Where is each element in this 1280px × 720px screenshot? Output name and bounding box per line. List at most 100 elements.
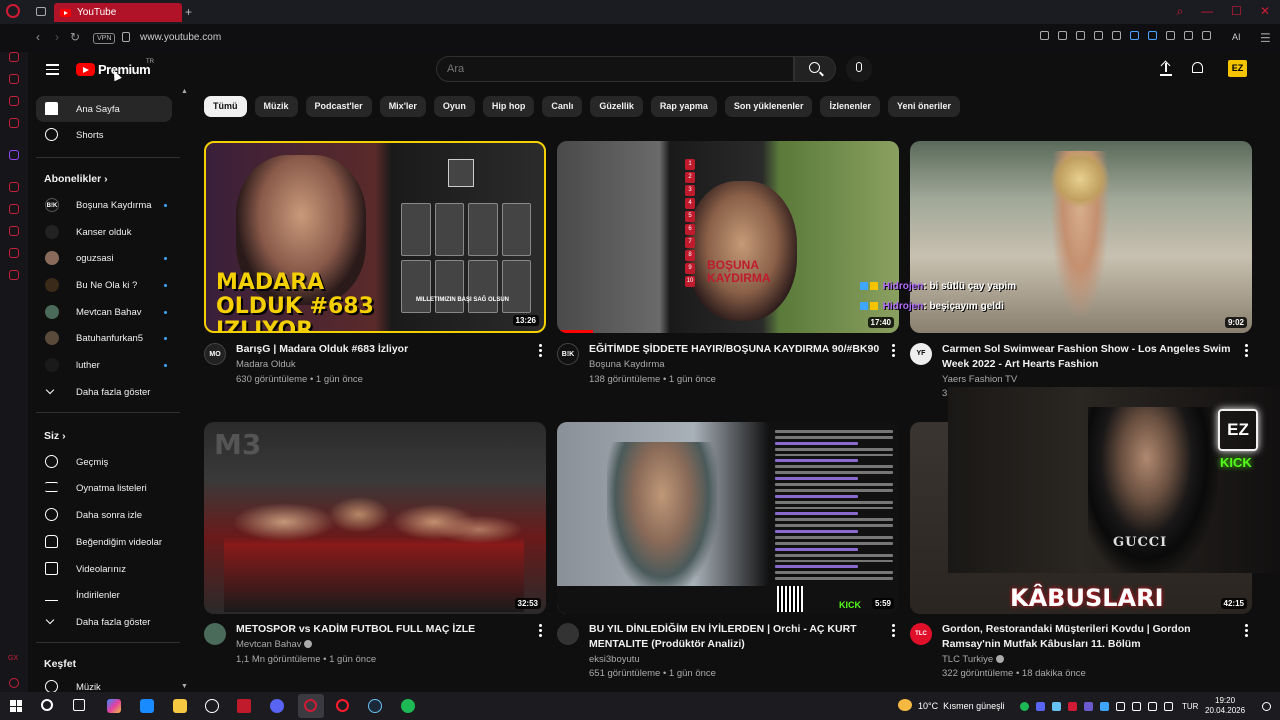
notifications-bell-icon[interactable] xyxy=(1192,62,1203,73)
video-title[interactable]: METOSPOR vs KADİM FUTBOL FULL MAÇ İZLE xyxy=(236,622,536,637)
video-thumbnail[interactable]: 1 2 3 4 5 6 7 8 9 10 BOŞUNA KAYDIRMA 17:40 xyxy=(557,141,899,333)
sidebar-sub-oguzsasi[interactable]: oguzsasi xyxy=(36,245,172,271)
download-icon[interactable] xyxy=(1202,31,1211,40)
video-menu-icon[interactable] xyxy=(892,344,895,359)
sidebar-sub-kanser-olduk[interactable]: Kanser olduk xyxy=(36,219,172,245)
chip-watched[interactable]: İzlenenler xyxy=(820,96,880,117)
chip-rap[interactable]: Rap yapma xyxy=(650,96,717,117)
sidebar-item-liked-videos[interactable]: Beğendiğim videolar xyxy=(36,529,172,555)
lock-icon[interactable] xyxy=(122,32,130,42)
maximize-icon[interactable]: ☐ xyxy=(1231,4,1242,19)
search-input[interactable] xyxy=(436,56,794,82)
bookmark-icon[interactable] xyxy=(1040,31,1049,40)
discord-tray-icon[interactable] xyxy=(1036,702,1045,711)
weather-widget[interactable]: 10°C Kısmen güneşli xyxy=(918,701,1005,711)
chip-beauty[interactable]: Güzellik xyxy=(590,96,643,117)
minimize-icon[interactable]: — xyxy=(1201,4,1213,19)
opera-menu-icon[interactable] xyxy=(6,4,20,18)
notification-center-icon[interactable] xyxy=(1262,702,1271,711)
opera-taskbar-icon[interactable] xyxy=(336,699,349,712)
url-field[interactable]: www.youtube.com xyxy=(140,32,221,43)
chip-mixes[interactable]: Mix'ler xyxy=(379,96,426,117)
extension-icon[interactable] xyxy=(1148,31,1157,40)
chip-recently-uploaded[interactable]: Son yüklenenler xyxy=(724,96,813,117)
messenger-icon[interactable] xyxy=(9,96,19,106)
video-thumbnail[interactable]: MADARA OLDUK #683 IZLIYOR MILLETIMIZIN B… xyxy=(204,141,546,333)
gx-corner-icon[interactable] xyxy=(9,74,19,84)
sidebar-item-music[interactable]: Müzik xyxy=(36,674,172,692)
channel-avatar[interactable] xyxy=(557,623,579,645)
sidebar-sub-batuhanfurkan5[interactable]: Batuhanfurkan5 xyxy=(36,325,172,351)
video-title[interactable]: Carmen Sol Swimwear Fashion Show - Los A… xyxy=(942,342,1242,372)
subscriptions-heading[interactable]: Abonelikler › xyxy=(44,173,108,185)
forward-icon[interactable]: › xyxy=(55,30,59,44)
sidebar-scroll-up-icon[interactable]: ▲ xyxy=(181,88,188,95)
steam-icon[interactable] xyxy=(368,699,382,713)
aria-ai-button[interactable]: AI xyxy=(1232,32,1241,42)
opera-gx-taskbar-icon[interactable] xyxy=(304,699,317,712)
channel-avatar[interactable]: MO xyxy=(204,343,226,365)
create-upload-icon[interactable] xyxy=(1160,61,1172,75)
copilot-icon[interactable] xyxy=(107,699,121,713)
video-menu-icon[interactable] xyxy=(1245,624,1248,639)
history-sidebar-icon[interactable] xyxy=(9,226,19,236)
sidebar-item-playlists[interactable]: Oynatma listeleri xyxy=(36,475,172,501)
spotify-tray-icon[interactable] xyxy=(1020,702,1029,711)
channel-avatar[interactable]: B!K xyxy=(557,343,579,365)
discord-icon[interactable] xyxy=(270,699,284,713)
twitch-icon[interactable] xyxy=(9,150,19,160)
more-sidebar-icon[interactable] xyxy=(9,678,19,688)
settings-sidebar-icon[interactable] xyxy=(9,270,19,280)
reload-icon[interactable]: ↻ xyxy=(70,30,80,44)
snapshot-icon[interactable] xyxy=(1058,31,1067,40)
chip-gaming[interactable]: Oyun xyxy=(433,96,475,117)
sidebar-sub-bu-ne-ola-ki[interactable]: Bu Ne Ola ki ? xyxy=(36,272,172,298)
sidebar-sub-luther[interactable]: luther xyxy=(36,352,172,378)
channel-avatar[interactable] xyxy=(204,623,226,645)
search-button[interactable] xyxy=(794,56,836,82)
guide-menu-icon[interactable] xyxy=(46,64,59,78)
battery-tray-icon[interactable] xyxy=(1164,702,1173,711)
file-explorer-icon[interactable] xyxy=(173,699,187,713)
sidebar-show-more-you[interactable]: Daha fazla göster xyxy=(36,609,172,635)
voice-search-button[interactable] xyxy=(846,56,872,82)
video-title[interactable]: BarışG | Madara Olduk #683 İzliyor xyxy=(236,342,536,357)
volume-tray-icon[interactable] xyxy=(1132,702,1141,711)
video-title[interactable]: EĞİTİMDE ŞİDDETE HAYIR/BOŞUNA KAYDIRMA 9… xyxy=(589,342,889,357)
new-tab-button[interactable]: + xyxy=(185,5,192,19)
you-heading[interactable]: Siz › xyxy=(44,430,66,442)
sidebar-sub-mevtcan-bahav[interactable]: Mevtcan Bahav xyxy=(36,299,172,325)
extensions-sidebar-icon[interactable] xyxy=(9,248,19,258)
task-view-icon[interactable] xyxy=(73,699,85,711)
player-icon[interactable] xyxy=(1094,31,1103,40)
video-menu-icon[interactable] xyxy=(539,624,542,639)
network-tray-icon[interactable] xyxy=(1148,702,1157,711)
sidebar-item-history[interactable]: Geçmiş xyxy=(36,449,172,475)
video-menu-icon[interactable] xyxy=(892,624,895,639)
puzzle-icon[interactable] xyxy=(1166,31,1175,40)
chip-new-to-you[interactable]: Yeni öneriler xyxy=(887,96,960,117)
bookmarks-sidebar-icon[interactable] xyxy=(9,204,19,214)
video-channel[interactable]: Mevtcan Bahav xyxy=(236,639,313,650)
app-tray-icon[interactable] xyxy=(1100,702,1109,711)
weather-icon[interactable] xyxy=(898,699,912,711)
microphone-tray-icon[interactable] xyxy=(1116,702,1125,711)
sidebar-sub-bosuna-kaydirma[interactable]: B!K Boşuna Kaydırma xyxy=(36,192,172,218)
video-menu-icon[interactable] xyxy=(539,344,542,359)
obs-icon[interactable] xyxy=(205,699,219,713)
heart-icon[interactable] xyxy=(1112,31,1121,40)
search-taskbar-icon[interactable] xyxy=(41,699,53,711)
account-avatar[interactable]: EZ xyxy=(1228,60,1247,77)
instagram-icon[interactable] xyxy=(9,118,19,128)
video-channel[interactable]: TLC Turkiye xyxy=(942,654,1005,665)
tab-islands-icon[interactable] xyxy=(36,7,46,16)
steam-tray-icon[interactable] xyxy=(1052,702,1061,711)
chip-music[interactable]: Müzik xyxy=(254,96,298,117)
clock[interactable]: 19:20 20.04.2026 xyxy=(1205,696,1245,716)
chip-podcasts[interactable]: Podcast'ler xyxy=(305,96,372,117)
chip-all[interactable]: Tümü xyxy=(204,96,247,117)
channel-avatar[interactable]: TLC xyxy=(910,623,932,645)
sidebar-item-downloads[interactable]: İndirilenler xyxy=(36,582,172,608)
sidebar-item-shorts[interactable]: Shorts xyxy=(36,122,172,148)
player-sidebar-icon[interactable] xyxy=(9,182,19,192)
